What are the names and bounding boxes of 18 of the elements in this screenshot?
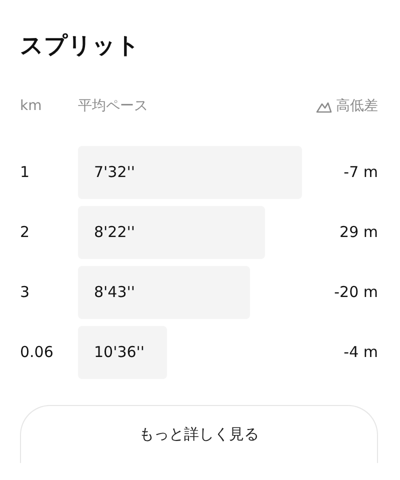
pace-bar: 7'32''	[78, 146, 302, 199]
elevation-icon	[316, 100, 332, 112]
column-header: 高低差	[336, 96, 378, 116]
pace-bar: 8'43''	[78, 266, 250, 319]
split-distance: 2	[20, 223, 30, 242]
more-details-button[interactable]: もっと詳しく見る	[20, 405, 378, 463]
split-elevation: -7 m	[344, 163, 378, 182]
column-header: km	[20, 98, 42, 114]
split-elevation: 29 m	[340, 223, 378, 242]
split-distance: 1	[20, 163, 30, 182]
pace-bar: 10'36''	[78, 326, 167, 379]
split-distance: 3	[20, 283, 30, 302]
pace-bar: 8'22''	[78, 206, 266, 259]
split-elevation: -20 m	[334, 283, 378, 302]
section-title: スプリット	[20, 32, 141, 61]
split-distance: 0.06	[20, 343, 54, 362]
column-header: 平均ペース	[78, 98, 148, 114]
split-elevation: -4 m	[344, 343, 378, 362]
